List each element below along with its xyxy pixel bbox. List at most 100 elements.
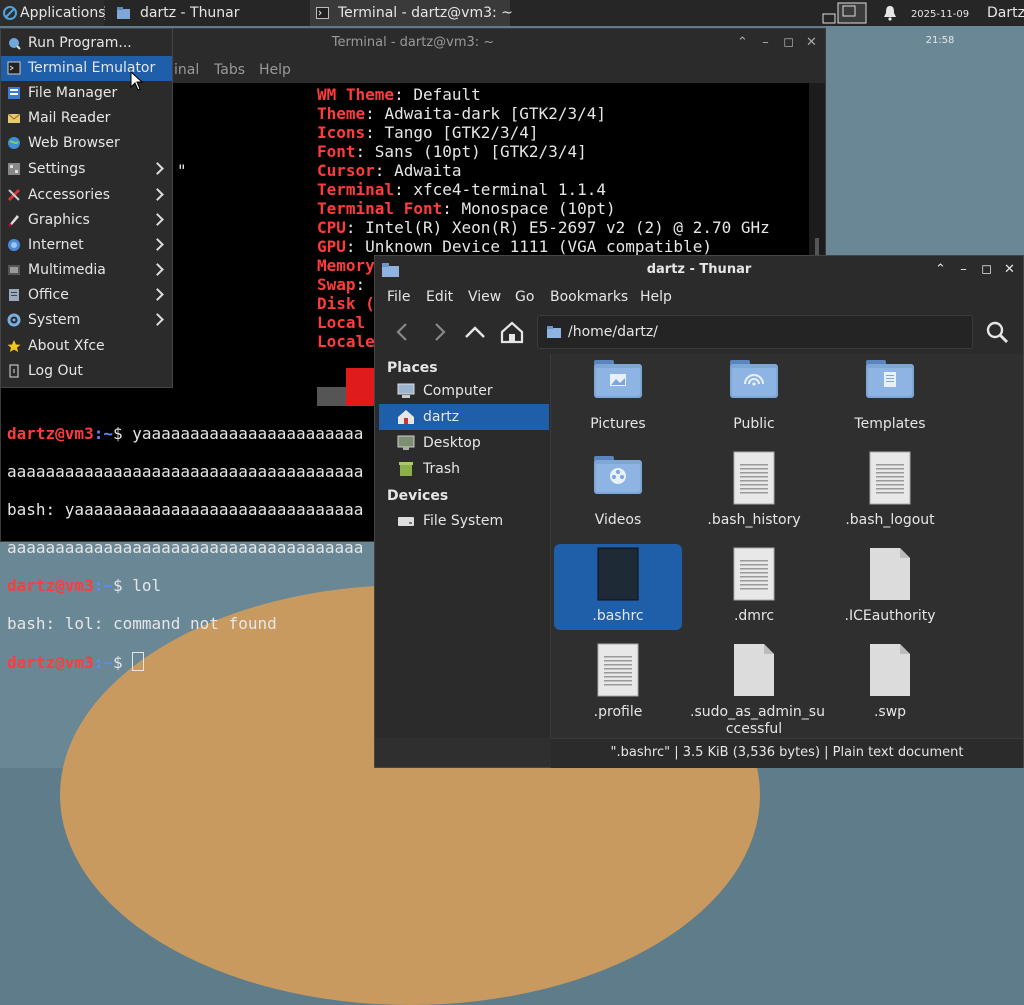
app-menu-item-file-manager[interactable]: File Manager bbox=[1, 81, 172, 106]
app-menu-item-label: Settings bbox=[28, 161, 86, 177]
file-item-dot-bash-logout[interactable]: .bash_logout bbox=[826, 448, 954, 534]
app-menu-item-internet[interactable]: Internet bbox=[1, 233, 172, 258]
minimize-icon[interactable]: – bbox=[754, 29, 777, 57]
output-line: bash: yaaaaaaaaaaaaaaaaaaaaaaaaaaaaaa bbox=[7, 500, 364, 519]
trash-icon bbox=[399, 462, 413, 476]
taskbar-item-terminal[interactable]: Terminal - dartz@vm3: ~ bbox=[310, 0, 513, 26]
maximize-icon[interactable]: ◻ bbox=[777, 29, 800, 57]
file-item-dot-dmrc[interactable]: .dmrc bbox=[690, 544, 818, 630]
terminal-menu-terminal[interactable]: inal bbox=[174, 57, 199, 83]
file-name: .bash_logout bbox=[845, 512, 935, 528]
home-icon[interactable] bbox=[498, 318, 526, 346]
menu-file[interactable]: File bbox=[387, 284, 410, 310]
file-name: .bash_history bbox=[707, 512, 801, 528]
folder-icon bbox=[866, 354, 914, 410]
parent-folder-icon[interactable] bbox=[461, 318, 489, 346]
close-icon[interactable]: ✕ bbox=[998, 256, 1021, 284]
file-grid[interactable]: Pictures Public Templates Videos .bash_histo… bbox=[551, 354, 1023, 738]
neofetch-key: Terminal bbox=[317, 180, 395, 199]
sidebar-item-dartz[interactable]: dartz bbox=[379, 404, 549, 430]
terminal-icon bbox=[316, 7, 329, 19]
back-arrow-icon[interactable] bbox=[389, 318, 417, 346]
maximize-up-icon[interactable]: ⌃ bbox=[731, 29, 754, 57]
neofetch-line: Font: Sans (10pt) [GTK2/3/4] bbox=[317, 142, 770, 161]
neofetch-value: : Sans (10pt) [GTK2/3/4] bbox=[355, 142, 587, 161]
workspace-switcher-icon[interactable] bbox=[822, 2, 868, 24]
sidebar-item-desktop[interactable]: Desktop bbox=[379, 430, 549, 456]
app-menu-item-web-browser[interactable]: Web Browser bbox=[1, 131, 172, 156]
file-item-public[interactable]: Public bbox=[690, 354, 818, 438]
drive-icon bbox=[398, 517, 414, 526]
terminal-menu-tabs[interactable]: Tabs bbox=[214, 57, 245, 83]
text-cursor bbox=[132, 652, 145, 671]
menu-help[interactable]: Help bbox=[640, 284, 672, 310]
menu-edit[interactable]: Edit bbox=[426, 284, 453, 310]
taskbar-item-thunar[interactable]: dartz - Thunar bbox=[112, 0, 302, 26]
terminal-menu-help[interactable]: Help bbox=[259, 57, 291, 83]
sidebar-item-label: Desktop bbox=[423, 435, 481, 451]
menu-view[interactable]: View bbox=[468, 284, 501, 310]
app-menu-item-label: Web Browser bbox=[28, 135, 120, 151]
search-icon[interactable] bbox=[983, 318, 1011, 346]
sidebar-item-trash[interactable]: Trash bbox=[379, 456, 549, 482]
app-menu-item-office[interactable]: Office bbox=[1, 283, 172, 308]
app-menu-item-terminal-emulator[interactable]: Terminal Emulator bbox=[1, 56, 172, 81]
file-icon bbox=[730, 546, 778, 602]
applications-menu-button[interactable]: Applications bbox=[0, 0, 106, 26]
prompt-symbol: $ bbox=[112, 576, 133, 595]
close-icon[interactable]: ✕ bbox=[800, 29, 823, 57]
system-icon bbox=[7, 313, 21, 327]
location-bar[interactable]: /home/dartz/ bbox=[537, 315, 973, 349]
app-menu-item-about-xfce[interactable]: About Xfce bbox=[1, 334, 172, 359]
sidebar-item-computer[interactable]: Computer bbox=[379, 378, 549, 404]
applications-label: Applications bbox=[20, 5, 106, 21]
forward-arrow-icon[interactable] bbox=[425, 318, 453, 346]
app-menu-item-label: System bbox=[28, 312, 81, 328]
menu-bookmarks[interactable]: Bookmarks bbox=[550, 284, 628, 310]
neofetch-key: Memory bbox=[317, 256, 375, 275]
file-item-dot-bashrc[interactable]: .bashrc bbox=[554, 544, 682, 630]
neofetch-value: : Default bbox=[394, 85, 481, 104]
web-browser-icon bbox=[8, 137, 20, 149]
app-menu-item-system[interactable]: System bbox=[1, 308, 172, 333]
run-program-icon bbox=[9, 38, 21, 50]
file-item-videos[interactable]: Videos bbox=[554, 448, 682, 534]
neofetch-value: : Tango [GTK2/3/4] bbox=[365, 123, 539, 142]
folder-icon bbox=[594, 354, 642, 410]
menu-go[interactable]: Go bbox=[515, 284, 534, 310]
thunar-titlebar[interactable]: dartz - Thunar ⌃ – ◻ ✕ bbox=[375, 256, 1023, 284]
file-item-pictures[interactable]: Pictures bbox=[554, 354, 682, 438]
office-icon bbox=[9, 289, 19, 301]
app-menu-item-settings[interactable]: Settings bbox=[1, 157, 172, 182]
file-item-dot-bash-history[interactable]: .bash_history bbox=[690, 448, 818, 534]
neofetch-key: GPU bbox=[317, 237, 346, 256]
file-item-templates[interactable]: Templates bbox=[826, 354, 954, 438]
file-item-dot-profile[interactable]: .profile bbox=[554, 640, 682, 726]
app-menu-item-log-out[interactable]: Log Out bbox=[1, 359, 172, 384]
panel-clock[interactable]: 2025-11-09 21:58 bbox=[905, 0, 975, 46]
user-menu[interactable]: Dartz bbox=[987, 0, 1024, 26]
maximize-up-icon[interactable]: ⌃ bbox=[929, 256, 952, 284]
home-icon bbox=[398, 410, 414, 424]
app-menu-item-mail-reader[interactable]: Mail Reader bbox=[1, 106, 172, 131]
app-menu-item-multimedia[interactable]: Multimedia bbox=[1, 258, 172, 283]
color-block-grey bbox=[317, 387, 346, 406]
file-item-dot-sudo-as-admin-successful[interactable]: .sudo_as_admin_su ccessful bbox=[690, 640, 825, 737]
prompt-user: dartz@vm3 bbox=[7, 424, 94, 443]
app-menu-item-accessories[interactable]: Accessories bbox=[1, 183, 172, 208]
prompt-user: dartz@vm3 bbox=[7, 576, 94, 595]
minimize-icon[interactable]: – bbox=[952, 256, 975, 284]
mouse-pointer-icon bbox=[130, 71, 144, 91]
maximize-icon[interactable]: ◻ bbox=[975, 256, 998, 284]
app-menu-item-label: Office bbox=[28, 287, 69, 303]
file-name: Templates bbox=[854, 416, 926, 432]
file-item-dot-swp[interactable]: .swp bbox=[826, 640, 954, 726]
sidebar-item-file-system[interactable]: File System bbox=[379, 508, 549, 534]
notification-bell-icon[interactable] bbox=[882, 5, 898, 21]
applications-menu: Run Program... Terminal Emulator File Mana… bbox=[0, 28, 173, 388]
app-menu-item-graphics[interactable]: Graphics bbox=[1, 208, 172, 233]
file-item-dot-iceauthority[interactable]: .ICEauthority bbox=[826, 544, 954, 630]
app-menu-item-run-program[interactable]: Run Program... bbox=[1, 31, 172, 56]
submenu-arrow-icon bbox=[151, 313, 164, 326]
submenu-arrow-icon bbox=[151, 288, 164, 301]
